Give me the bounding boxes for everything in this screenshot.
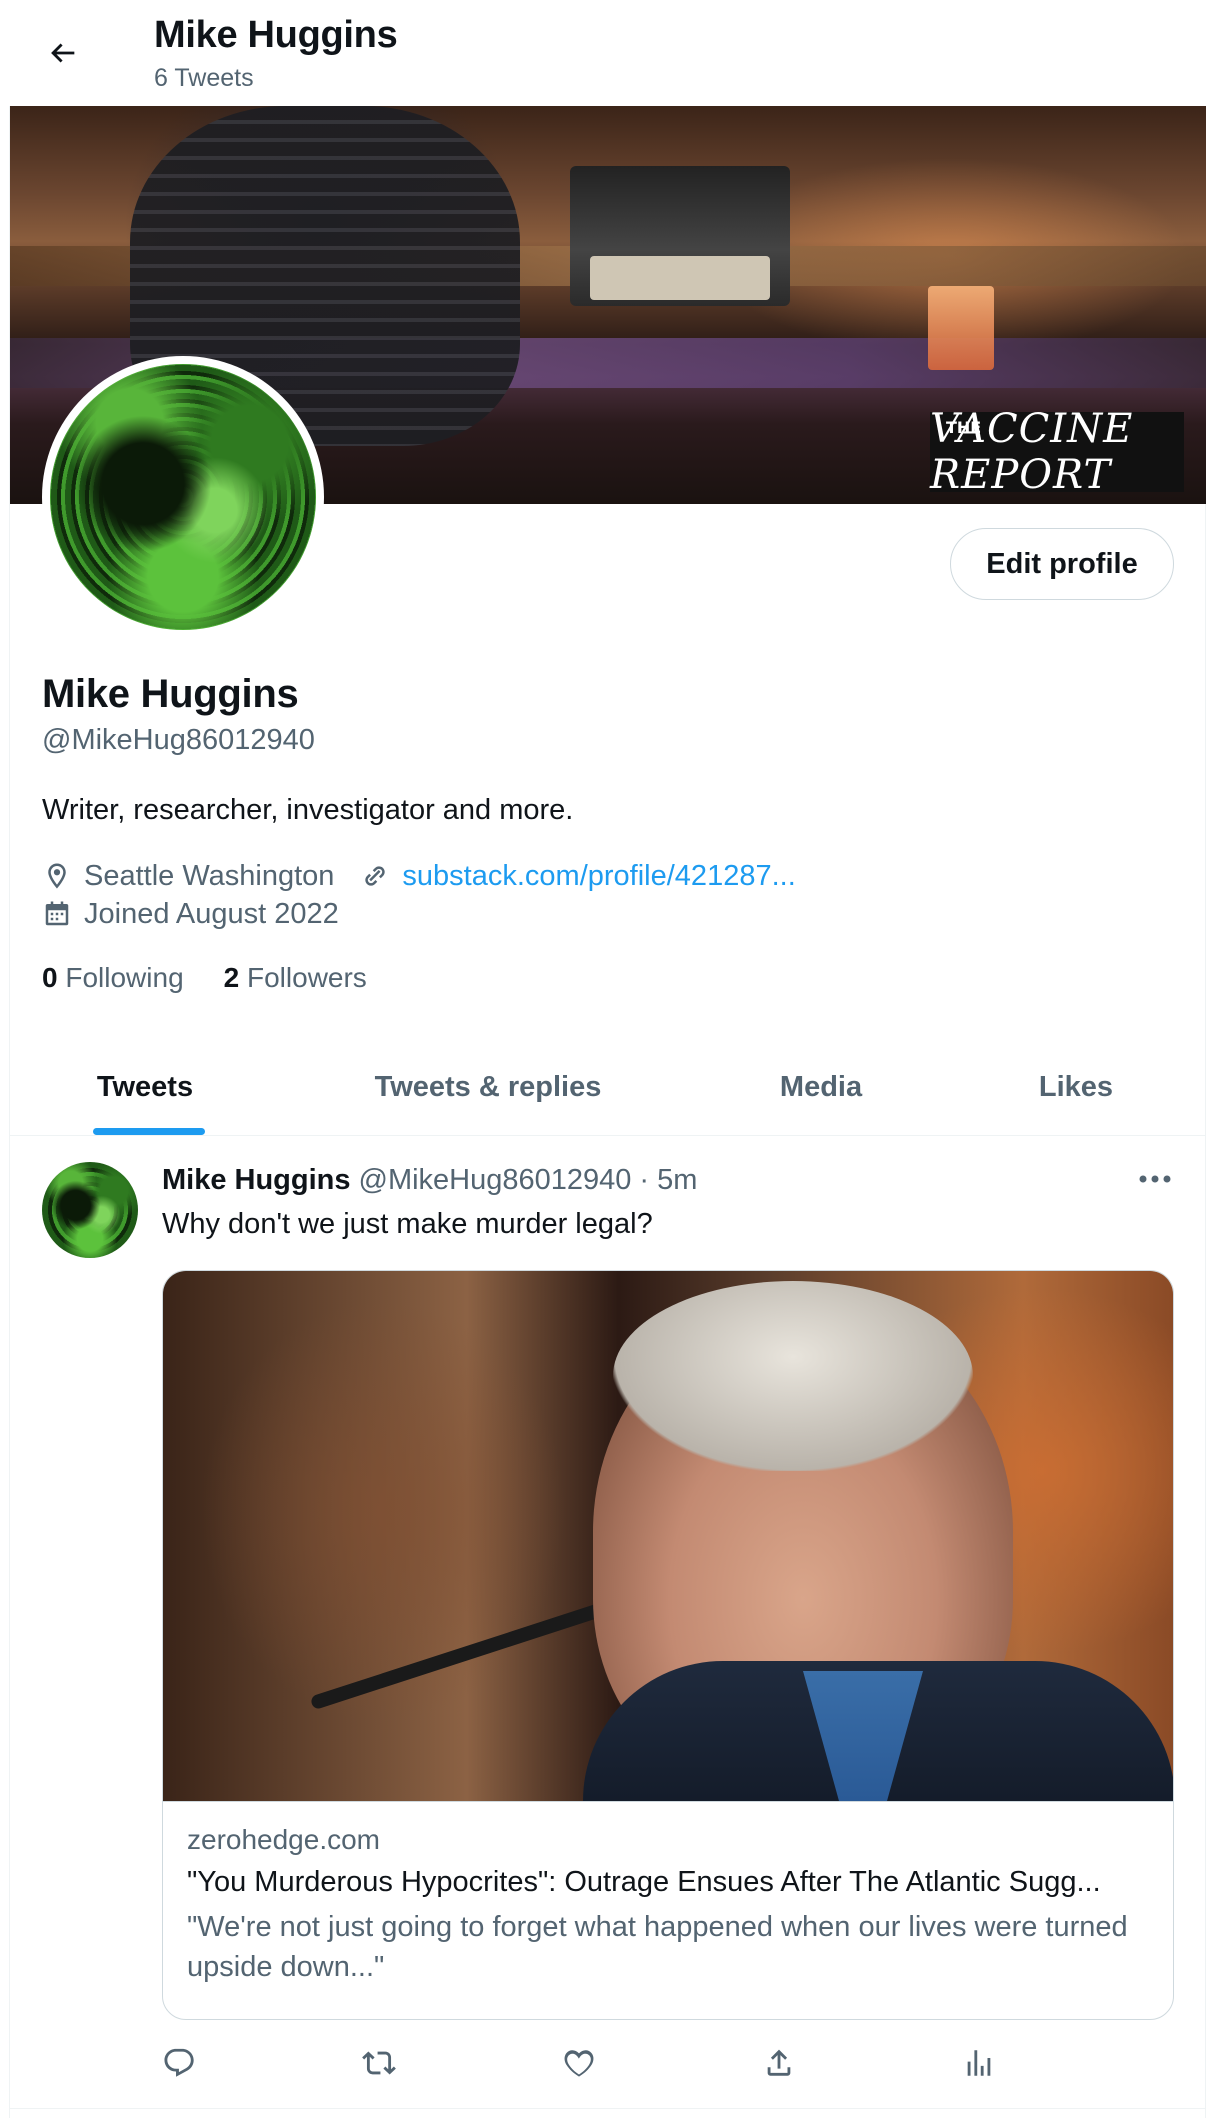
reply-icon: [162, 2046, 196, 2085]
tab-tweets-replies[interactable]: Tweets & replies: [280, 1040, 696, 1135]
tab-media[interactable]: Media: [696, 1040, 946, 1135]
tweet-divider: [10, 2108, 1206, 2109]
profile-joined-row: Joined August 2022: [42, 896, 339, 932]
retweet-icon: [362, 2046, 396, 2085]
more-dots-icon: [1138, 1171, 1172, 1189]
tweet-separator: ·: [639, 1164, 650, 1196]
share-icon: [762, 2046, 796, 2085]
profile-avatar[interactable]: [42, 356, 324, 638]
analytics-icon: [962, 2046, 996, 2085]
tweet-more-button[interactable]: [1134, 1162, 1176, 1198]
followers-link[interactable]: 2 Followers: [224, 962, 367, 994]
tab-tweets[interactable]: Tweets: [10, 1040, 280, 1135]
active-tab-indicator: [93, 1128, 205, 1135]
profile-name: Mike Huggins: [42, 672, 299, 716]
share-button[interactable]: [754, 2040, 804, 2090]
location-icon: [42, 861, 72, 891]
tweet-timestamp[interactable]: 5m: [657, 1164, 697, 1197]
tab-likes[interactable]: Likes: [946, 1040, 1206, 1135]
profile-handle: @MikeHug86012940: [42, 724, 315, 756]
link-preview-card[interactable]: zerohedge.com "You Murderous Hypocrites"…: [162, 1270, 1174, 2020]
vaccine-report-logo-prefix: THE: [946, 418, 982, 437]
link-preview-title: "You Murderous Hypocrites": Outrage Ensu…: [187, 1866, 1101, 1898]
arrow-left-icon: [46, 36, 80, 75]
profile-header-bar: Mike Huggins 6 Tweets: [0, 0, 1218, 106]
profile-joined-date: Joined August 2022: [84, 897, 339, 930]
like-button[interactable]: [554, 2040, 604, 2090]
following-link[interactable]: 0 Following: [42, 962, 184, 994]
header-tweet-count: 6 Tweets: [154, 64, 254, 92]
tweet-author-handle[interactable]: @MikeHug86012940: [359, 1164, 632, 1197]
retweet-button[interactable]: [354, 2040, 404, 2090]
tweet-author-name[interactable]: Mike Huggins: [162, 1164, 351, 1197]
back-button[interactable]: [38, 30, 88, 80]
follow-stats: 0 Following 2 Followers: [42, 962, 367, 994]
tweet-header: Mike Huggins @MikeHug86012940 · 5m: [162, 1164, 697, 1197]
tweet-text: Why don't we just make murder legal?: [162, 1208, 653, 1240]
link-preview-domain: zerohedge.com: [187, 1824, 381, 1855]
reply-button[interactable]: [154, 2040, 204, 2090]
link-preview-description: "We're not just going to forget what hap…: [187, 1911, 1128, 1983]
analytics-button[interactable]: [954, 2040, 1004, 2090]
tweet-author-avatar[interactable]: [42, 1162, 138, 1258]
profile-meta-row: Seattle Washington substack.com/profile/…: [42, 858, 796, 894]
header-title: Mike Huggins: [154, 14, 398, 56]
link-preview-image: [163, 1271, 1173, 1801]
link-icon: [360, 861, 390, 891]
heart-icon: [562, 2046, 596, 2085]
profile-website-link[interactable]: substack.com/profile/421287...: [402, 860, 795, 893]
link-preview-text: zerohedge.com "You Murderous Hypocrites"…: [163, 1801, 1173, 2019]
profile-bio: Writer, researcher, investigator and mor…: [42, 794, 574, 826]
profile-tabs: Tweets Tweets & replies Media Likes: [10, 1040, 1206, 1136]
edit-profile-button[interactable]: Edit profile: [950, 528, 1174, 600]
calendar-icon: [42, 899, 72, 929]
profile-location: Seattle Washington: [84, 859, 335, 892]
tweet-actions: [150, 2040, 1030, 2090]
